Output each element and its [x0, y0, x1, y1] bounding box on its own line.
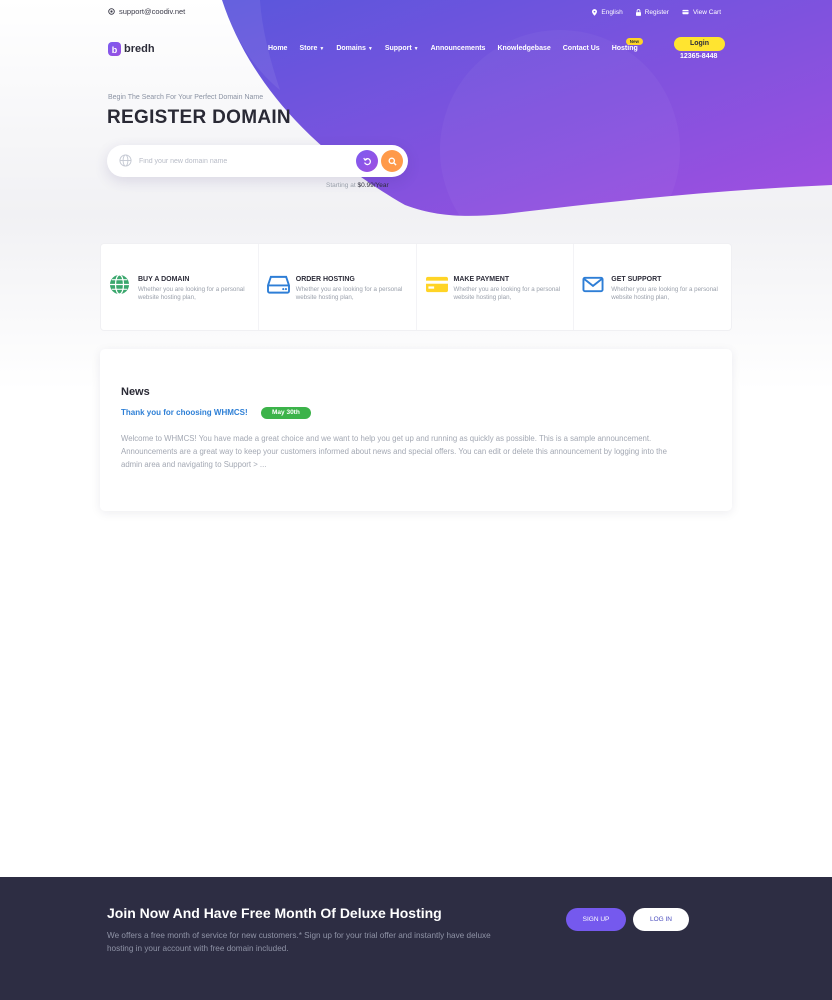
- envelope-icon: [582, 276, 604, 293]
- cart-icon: [682, 9, 689, 15]
- credit-card-icon: [425, 276, 448, 293]
- transfer-domain-button[interactable]: [356, 150, 378, 172]
- news-heading: News: [121, 386, 150, 398]
- at-sign-icon: [108, 8, 115, 15]
- nav-store-label: Store: [299, 45, 318, 52]
- cta-text: We offers a free month of service for ne…: [107, 931, 491, 953]
- feature-buy-domain[interactable]: BUY A DOMAIN Whether you are looking for…: [101, 244, 259, 330]
- news-excerpt: Welcome to WHMCS! You have made a great …: [121, 434, 667, 469]
- register-label: Register: [644, 9, 669, 16]
- feature-title: ORDER HOSTING: [295, 276, 355, 283]
- feature-get-support[interactable]: GET SUPPORT Whether you are looking for …: [574, 244, 731, 330]
- cta-login-button[interactable]: LOG IN: [633, 908, 689, 931]
- nav-hosting-label: Hosting: [611, 45, 638, 52]
- feature-title: GET SUPPORT: [611, 276, 662, 283]
- hero-subtitle: Begin The Search For Your Perfect Domain…: [108, 94, 264, 101]
- nav-store[interactable]: Store ▼: [299, 45, 324, 52]
- lock-icon: [635, 9, 641, 16]
- page-title: REGISTER DOMAIN: [107, 107, 291, 128]
- main-nav: Home Store ▼ Domains ▼ Support ▼ Announceme…: [268, 38, 643, 52]
- signup-cta: Join Now And Have Free Month Of Deluxe H…: [0, 877, 832, 1000]
- refresh-icon: [362, 157, 371, 165]
- news-panel: News Thank you for choosing WHMCS! May 3…: [100, 349, 732, 511]
- view-cart-link[interactable]: View Cart: [682, 9, 721, 16]
- search-domain-button[interactable]: [381, 150, 403, 172]
- chevron-down-icon: ▼: [319, 46, 325, 52]
- nav-support[interactable]: Support ▼: [385, 45, 419, 52]
- nav-hosting[interactable]: New Hosting: [611, 38, 643, 52]
- new-badge: New: [625, 38, 643, 45]
- support-email-text: support@coodiv.net: [119, 7, 186, 16]
- feature-order-hosting[interactable]: ORDER HOSTING Whether you are looking fo…: [259, 244, 417, 330]
- language-label: English: [601, 9, 623, 16]
- feature-description: Whether you are looking for a personal w…: [611, 286, 718, 301]
- nav-domains[interactable]: Domains ▼: [336, 45, 373, 52]
- cta-title: Join Now And Have Free Month Of Deluxe H…: [107, 905, 442, 921]
- nav-contact[interactable]: Contact Us: [563, 45, 600, 52]
- feature-title: MAKE PAYMENT: [453, 276, 510, 283]
- signup-button[interactable]: SIGN UP: [566, 908, 626, 931]
- nav-knowledgebase[interactable]: Knowledgebase: [497, 45, 550, 52]
- map-pin-icon: [592, 9, 598, 16]
- domain-search-box: [107, 145, 408, 177]
- starting-price: Starting at $0.99/Year: [326, 182, 389, 189]
- starting-price-value: $0.99/Year: [357, 182, 389, 189]
- features-panel: BUY A DOMAIN Whether you are looking for…: [100, 243, 732, 331]
- feature-make-payment[interactable]: MAKE PAYMENT Whether you are looking for…: [417, 244, 575, 330]
- globe-icon: [109, 274, 130, 295]
- language-selector[interactable]: English: [592, 9, 623, 16]
- brand-logo[interactable]: b bredh: [108, 42, 155, 56]
- globe-icon: [119, 154, 132, 167]
- phone-number[interactable]: 12365-8448: [680, 53, 717, 60]
- nav-support-label: Support: [384, 45, 412, 52]
- search-icon: [387, 156, 397, 166]
- support-email[interactable]: support@coodiv.net: [108, 7, 185, 16]
- feature-description: Whether you are looking for a personal w…: [138, 286, 245, 301]
- view-cart-label: View Cart: [692, 9, 721, 16]
- chevron-down-icon: ▼: [413, 46, 419, 52]
- brand-name: bredh: [124, 43, 155, 55]
- nav-announcements[interactable]: Announcements: [431, 45, 486, 52]
- login-button[interactable]: Login: [674, 37, 725, 51]
- chevron-down-icon: ▼: [367, 46, 373, 52]
- nav-domains-label: Domains: [336, 45, 366, 52]
- topbar-links: English Register View Cart: [592, 9, 721, 16]
- server-icon: [266, 275, 290, 294]
- news-article-link[interactable]: Thank you for choosing WHMCS!: [121, 408, 248, 417]
- starting-prefix: Starting at: [326, 182, 356, 189]
- logo-mark-icon: b: [108, 42, 121, 56]
- feature-title: BUY A DOMAIN: [138, 276, 190, 283]
- register-link[interactable]: Register: [635, 9, 669, 16]
- feature-description: Whether you are looking for a personal w…: [295, 286, 403, 301]
- domain-search-input[interactable]: [139, 153, 349, 169]
- nav-home[interactable]: Home: [268, 45, 287, 52]
- feature-description: Whether you are looking for a personal w…: [453, 286, 561, 301]
- news-date-badge: May 30th: [261, 407, 311, 419]
